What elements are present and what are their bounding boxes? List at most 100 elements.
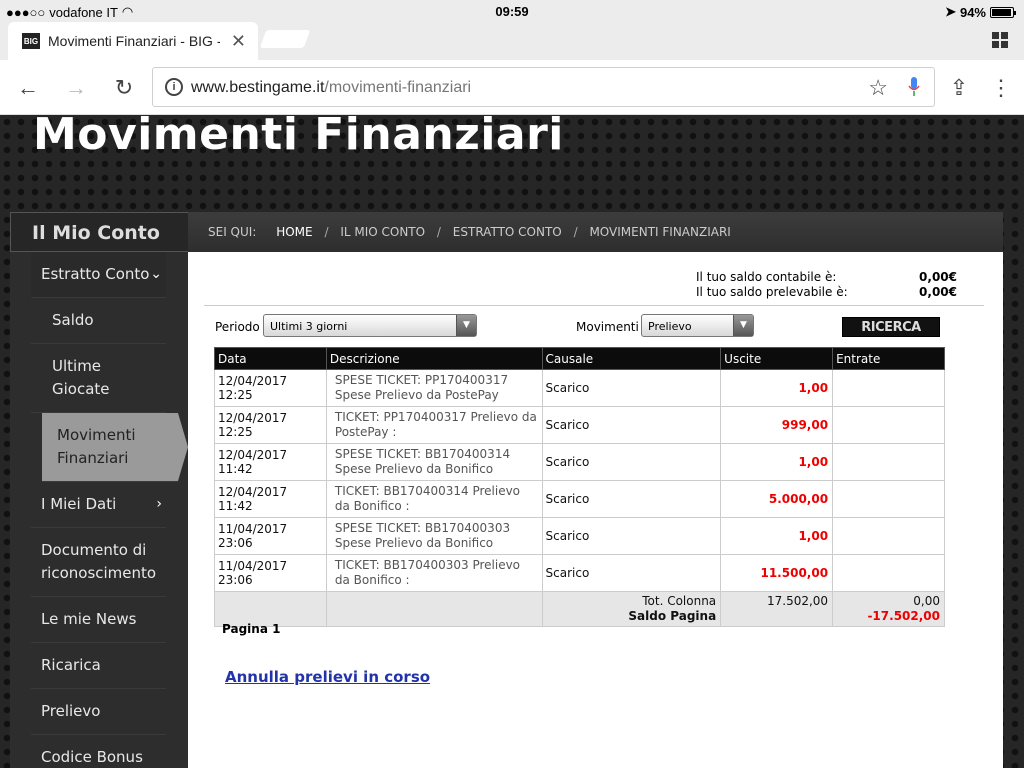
desc-line-1: SPESE TICKET: PP170400317 [334,373,509,387]
sidebar-item-ultime-giocate[interactable]: Ultime Giocate [31,344,166,413]
sidebar-item-estratto-conto[interactable]: Estratto Conto ⌄ [31,252,166,298]
bookmark-star-icon[interactable]: ☆ [868,75,888,101]
sidebar-item-news[interactable]: Le mie News [31,597,166,643]
saldo-contabile-label: Il tuo saldo contabile è: [696,270,837,284]
cell-descrizione: TICKET: PP170400317 Prelievo da PostePay … [325,406,543,444]
cell-data: 11/04/2017 23:06 [214,554,327,592]
sidebar-item-i-miei-dati[interactable]: I Miei Dati › [31,482,166,528]
page-body: Movimenti Finanziari Il Mio Conto Estrat… [0,109,1024,768]
cell-data: 12/04/2017 11:42 [214,443,327,481]
desc-line-2: Spese Prelievo da PostePay [334,388,499,402]
sidebar-item-movimenti-finanziari[interactable]: Movimenti Finanziari [42,413,188,482]
breadcrumb-il-mio-conto[interactable]: IL MIO CONTO [340,225,425,239]
breadcrumb: SEI QUI: HOME / IL MIO CONTO / ESTRATTO … [188,212,1003,252]
cell-date: 12/04/2017 [218,411,288,425]
cell-descrizione: SPESE TICKET: BB170400303 Spese Prelievo … [325,517,543,555]
periodo-selected-value: Ultimi 3 giorni [270,320,348,333]
address-bar[interactable]: i www.bestingame.it/movimenti-finanziari… [152,67,935,107]
desc-line-1: TICKET: BB170400303 Prelievo [334,558,521,572]
movements-table: Data Descrizione Causale Uscite Entrate … [214,347,945,627]
sidebar-item-label: I Miei Dati [41,495,117,513]
saldo-contabile-value: 0,00€ [919,270,957,284]
cell-date: 11/04/2017 [218,522,288,536]
url-host: www.bestingame.it [191,79,325,96]
col-header-descrizione: Descrizione [325,347,543,370]
cell-causale: Scarico [541,554,722,592]
periodo-select[interactable]: Ultimi 3 giorni ▼ [263,314,477,337]
cell-time: 12:25 [218,425,253,439]
cell-date: 12/04/2017 [218,448,288,462]
cell-data: 11/04/2017 23:06 [214,517,327,555]
cell-time: 23:06 [218,573,253,587]
table-header-row: Data Descrizione Causale Uscite Entrate [214,347,945,370]
saldo-pagina-label: Saldo Pagina [628,609,717,623]
col-header-data: Data [214,347,327,370]
table-row: 11/04/2017 23:06 SPESE TICKET: BB170400303… [214,517,945,555]
browser-tab[interactable]: BIG Movimenti Finanziari - BIG - ✕ [8,22,258,60]
totals-row: Tot. Colonna Saldo Pagina 17.502,00 0,00… [214,591,945,627]
tab-switcher-icon[interactable] [992,32,1008,48]
cell-data: 12/04/2017 12:25 [214,406,327,444]
cell-entrate [832,480,945,518]
cell-entrate [832,369,945,407]
sidebar: Il Mio Conto Estratto Conto ⌄ Saldo Ulti… [10,212,188,768]
ios-status-bar: ●●●○○ vodafone IT ◠ 09:59 ➤ 94% [0,0,1024,22]
url-path: /movimenti-finanziari [324,79,472,96]
reload-icon[interactable]: ↻ [110,74,138,102]
info-icon[interactable]: i [165,78,183,96]
sidebar-item-label: Estratto Conto [41,265,150,283]
sidebar-item-codice-bonus[interactable]: Codice Bonus [31,735,166,768]
cell-time: 23:06 [218,536,253,550]
movimenti-select[interactable]: Prelievo ▼ [641,314,754,337]
close-tab-icon[interactable]: ✕ [231,31,246,52]
sidebar-item-prelievo[interactable]: Prelievo [31,689,166,735]
cell-uscite: 5.000,00 [720,480,834,518]
col-header-uscite: Uscite [720,347,834,370]
page-title: Movimenti Finanziari [33,109,564,160]
sidebar-item-ricarica[interactable]: Ricarica [31,643,166,689]
sidebar-item-label: Codice Bonus [41,748,143,766]
battery-icon [990,6,1016,18]
ricerca-button[interactable]: RICERCA [842,317,940,337]
back-icon[interactable]: ← [14,74,42,102]
menu-icon[interactable]: ⋮ [987,74,1015,102]
tot-entrate: 0,00 [913,594,940,608]
sidebar-item-label: Ricarica [41,656,101,674]
desc-line-1: SPESE TICKET: BB170400303 [334,521,511,535]
forward-icon[interactable]: → [62,74,90,102]
cell-date: 12/04/2017 [218,485,288,499]
sidebar-item-label: Documento di riconoscimento [41,541,157,582]
annulla-prelievi-link[interactable]: Annulla prelievi in corso [225,668,430,686]
tot-uscite: 17.502,00 [766,594,829,608]
cell-uscite: 1,00 [720,443,834,481]
saldo-prelevabile-value: 0,00€ [919,285,957,299]
cell-entrate [832,517,945,555]
sidebar-item-label: Le mie News [41,610,137,628]
table-row: 12/04/2017 12:25 SPESE TICKET: PP170400317… [214,369,945,407]
sidebar-item-saldo[interactable]: Saldo [31,298,166,344]
sidebar-item-label: Movimenti Finanziari [57,426,136,467]
url-text[interactable]: www.bestingame.it/movimenti-finanziari [191,79,471,97]
desc-line-2: Spese Prelievo da Bonifico [334,536,494,550]
desc-line-2: da Bonifico : [334,499,410,513]
microphone-icon[interactable] [908,77,920,97]
sidebar-item-label: Saldo [52,311,94,329]
tab-strip: BIG Movimenti Finanziari - BIG - ✕ [0,22,1024,60]
cell-causale: Scarico [541,443,722,481]
sidebar-item-documento[interactable]: Documento di riconoscimento [31,528,166,597]
cell-date: 11/04/2017 [218,559,288,573]
share-icon[interactable]: ⇪ [945,74,973,102]
breadcrumb-estratto-conto[interactable]: ESTRATTO CONTO [453,225,562,239]
cell-causale: Scarico [541,517,722,555]
saldo-prelevabile-label: Il tuo saldo prelevabile è: [696,285,848,299]
main-content: Il tuo saldo contabile è: 0,00€ Il tuo s… [188,252,1003,768]
browser-toolbar: ← → ↻ i www.bestingame.it/movimenti-fina… [0,60,1024,115]
cell-uscite: 999,00 [720,406,834,444]
new-tab-button[interactable] [259,30,311,48]
battery-percent: 94% [959,4,986,20]
breadcrumb-home[interactable]: HOME [276,225,312,239]
filter-bar: Periodo Ultimi 3 giorni ▼ Movimenti Prel… [215,314,940,338]
cell-uscite: 11.500,00 [720,554,834,592]
breadcrumb-separator: / [573,225,578,239]
dropdown-arrow-icon: ▼ [456,315,476,336]
